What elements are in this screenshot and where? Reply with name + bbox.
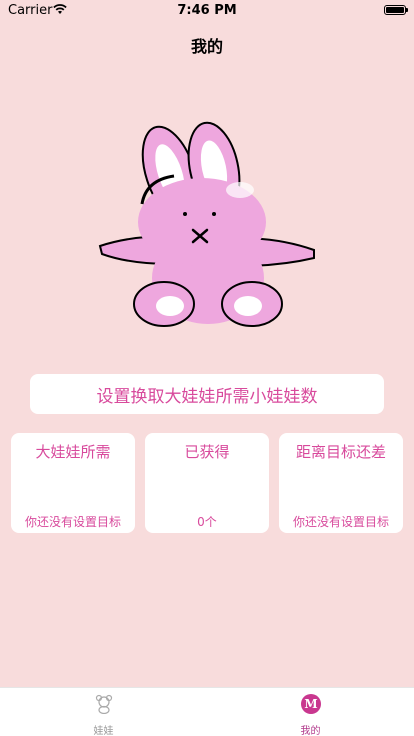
- card-value: 你还没有设置目标: [292, 515, 389, 529]
- tab-bar: 娃娃 M 我的: [0, 687, 414, 736]
- battery-icon: [384, 5, 408, 15]
- card-value: 0个: [197, 515, 217, 529]
- card-title: 大娃娃所需: [35, 443, 111, 461]
- tab-label: 我的: [300, 726, 321, 736]
- m-badge-icon: M: [301, 694, 321, 714]
- set-target-button[interactable]: 设置换取大娃娃所需小娃娃数: [30, 374, 384, 414]
- tab-label: 娃娃: [93, 726, 114, 736]
- card-title: 距离目标还差: [295, 443, 386, 461]
- status-time: 7:46 PM: [177, 3, 237, 18]
- tab-wawa[interactable]: 娃娃: [0, 688, 207, 736]
- page-title: 我的: [190, 37, 223, 56]
- status-bar: Carrier 7:46 PM: [0, 0, 414, 22]
- bear-icon: [95, 694, 113, 714]
- tab-mine[interactable]: M 我的: [207, 688, 414, 736]
- card-value: 你还没有设置目标: [24, 515, 121, 529]
- bunny-illustration: [98, 121, 315, 327]
- required-dolls-card: 大娃娃所需 你还没有设置目标: [11, 433, 135, 533]
- card-title: 已获得: [184, 443, 230, 461]
- obtained-card: 已获得 0个: [145, 433, 269, 533]
- remaining-to-goal-card: 距离目标还差 你还没有设置目标: [279, 433, 403, 533]
